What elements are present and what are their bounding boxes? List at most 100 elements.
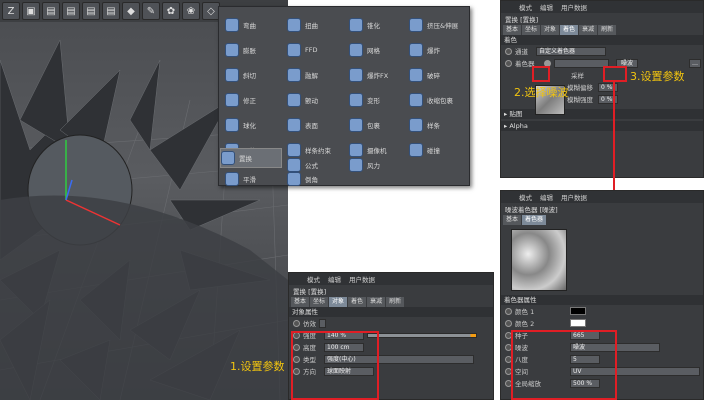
menu-item-mesh[interactable]: 网格 — [349, 40, 380, 60]
displacer-icon — [221, 151, 235, 165]
melt-icon — [287, 68, 301, 82]
explosion-fx-icon — [349, 68, 363, 82]
explosion-icon — [409, 43, 423, 57]
ffd-icon — [287, 43, 301, 57]
bend-icon — [225, 18, 239, 32]
section-alpha[interactable]: ▸ Alpha — [501, 121, 703, 131]
menu-item-shatter[interactable]: 破碎 — [409, 65, 440, 85]
film-icon[interactable]: ▤ — [102, 2, 120, 20]
collision-icon — [409, 143, 423, 157]
highlight-box-2 — [532, 66, 550, 82]
tab-basic[interactable]: 基本 — [291, 297, 310, 307]
menu-item-wind[interactable]: 风力 — [349, 155, 380, 175]
menu-item-morph[interactable]: 变形 — [349, 90, 380, 110]
menu-item-collision[interactable]: 碰撞 — [409, 140, 440, 160]
color1-swatch[interactable] — [570, 307, 586, 315]
menu-item-wrap[interactable]: 包裹 — [349, 115, 380, 135]
row-channel[interactable]: 通道 自定义着色器 — [501, 45, 703, 57]
annotation-step3: 3.设置参数 — [630, 70, 685, 83]
film-icon[interactable]: ▤ — [42, 2, 60, 20]
menu-item-spline[interactable]: 样条 — [409, 115, 440, 135]
tab-object[interactable]: 对象 — [329, 297, 348, 307]
row-emulation[interactable]: 仿效 — [289, 317, 493, 329]
spline-icon — [409, 118, 423, 132]
cube-icon[interactable]: ◆ — [122, 2, 140, 20]
menu-item-twist[interactable]: 扭曲 — [287, 15, 318, 35]
attr-title: 置换 [置换] — [505, 16, 539, 24]
menu-item-ffd[interactable]: FFD — [287, 40, 317, 60]
menu-item-displacer[interactable]: 置换 — [220, 148, 282, 168]
annotation-step1: 1.设置参数 — [230, 360, 285, 373]
tab-falloff[interactable]: 衰减 — [367, 297, 386, 307]
wind-icon — [349, 158, 363, 172]
row-color2[interactable]: 颜色 2 — [501, 317, 703, 329]
menu-item-explosion-fx[interactable]: 爆炸FX — [349, 65, 388, 85]
surface-icon — [287, 118, 301, 132]
color2-swatch[interactable] — [570, 319, 586, 327]
menu-item-explosion[interactable]: 爆炸 — [409, 40, 440, 60]
menu-item-bevel[interactable]: 倒角 — [287, 169, 318, 189]
bevel-icon — [287, 172, 301, 186]
emulation-checkbox[interactable] — [319, 318, 326, 328]
pen-icon[interactable]: ✎ — [142, 2, 160, 20]
attr-menu-bar: 模式 编辑 用户数据 — [501, 1, 703, 13]
menu-item-spherify[interactable]: 球化 — [225, 115, 256, 135]
film-icon[interactable]: ▤ — [82, 2, 100, 20]
highlight-box-3 — [603, 66, 627, 82]
jiggle-icon — [287, 93, 301, 107]
shatter-icon — [409, 68, 423, 82]
menu-item-melt[interactable]: 融解 — [287, 65, 318, 85]
menu-item-bend[interactable]: 弯曲 — [225, 15, 256, 35]
highlight-box-4 — [511, 330, 617, 400]
flower-icon[interactable]: ❀ — [182, 2, 200, 20]
correction-icon — [225, 93, 239, 107]
menu-item-taper[interactable]: 锥化 — [349, 15, 380, 35]
attr-tabs: 基本 着色器 — [501, 215, 703, 225]
section-texture[interactable]: ▸ 贴图 — [501, 109, 703, 119]
morph-icon — [349, 93, 363, 107]
shader-slot[interactable] — [554, 58, 609, 68]
wrap-icon — [349, 118, 363, 132]
tab-shading[interactable]: 着色 — [348, 297, 367, 307]
spherify-icon — [225, 118, 239, 132]
menu-item-jiggle[interactable]: 颤动 — [287, 90, 318, 110]
squash-icon — [409, 18, 423, 32]
section-object-props: 对象属性 — [289, 307, 493, 317]
highlight-box-1 — [291, 331, 379, 400]
mesh-icon — [349, 43, 363, 57]
cube-icon[interactable]: ▣ — [22, 2, 40, 20]
attr-title: 噪波着色器 [噪波] — [505, 206, 558, 214]
tab-refresh[interactable]: 刷新 — [386, 297, 405, 307]
menu-item-smoothing[interactable]: 平滑 — [225, 169, 256, 189]
tab-coord[interactable]: 坐标 — [310, 297, 329, 307]
noise-preview-large — [511, 229, 567, 291]
twist-icon — [287, 18, 301, 32]
logo-icon[interactable]: Z — [2, 2, 20, 20]
attr-title: 置换 [置换] — [293, 288, 327, 296]
connector-line — [613, 80, 615, 192]
annotation-step2: 2.选择噪波 — [514, 86, 569, 99]
deformer-menu: 弯曲 膨胀 斜切 修正 球化 导轨 置换 平滑 扭曲 FFD 融解 颤动 表面 … — [218, 6, 470, 186]
attr-tabs: 基本 坐标 对象 着色 衰减 刷新 — [501, 25, 703, 35]
menu-item-shrink-wrap[interactable]: 收缩包裹 — [409, 90, 453, 110]
section-shading: 着色 — [501, 35, 703, 45]
menu-item-shear[interactable]: 斜切 — [225, 65, 256, 85]
shrink-wrap-icon — [409, 93, 423, 107]
channel-select[interactable]: 自定义着色器 — [536, 46, 606, 56]
menu-item-squash[interactable]: 挤压&伸展 — [409, 15, 458, 35]
keyframe-dot[interactable] — [293, 319, 300, 327]
bulge-icon — [225, 43, 239, 57]
more-button[interactable]: … — [689, 58, 701, 68]
menu-item-correction[interactable]: 修正 — [225, 90, 256, 110]
attr-menu-bar: 模式 编辑 用户数据 — [289, 273, 493, 285]
taper-icon — [349, 18, 363, 32]
smoothing-icon — [225, 172, 239, 186]
menu-item-surface[interactable]: 表面 — [287, 115, 318, 135]
attr-tabs: 基本 坐标 对象 着色 衰减 刷新 — [289, 297, 493, 307]
shear-icon — [225, 68, 239, 82]
menu-item-bulge[interactable]: 膨胀 — [225, 40, 256, 60]
strength-slider[interactable] — [367, 332, 477, 338]
film-icon[interactable]: ▤ — [62, 2, 80, 20]
row-color1[interactable]: 颜色 1 — [501, 305, 703, 317]
gear-icon[interactable]: ✿ — [162, 2, 180, 20]
